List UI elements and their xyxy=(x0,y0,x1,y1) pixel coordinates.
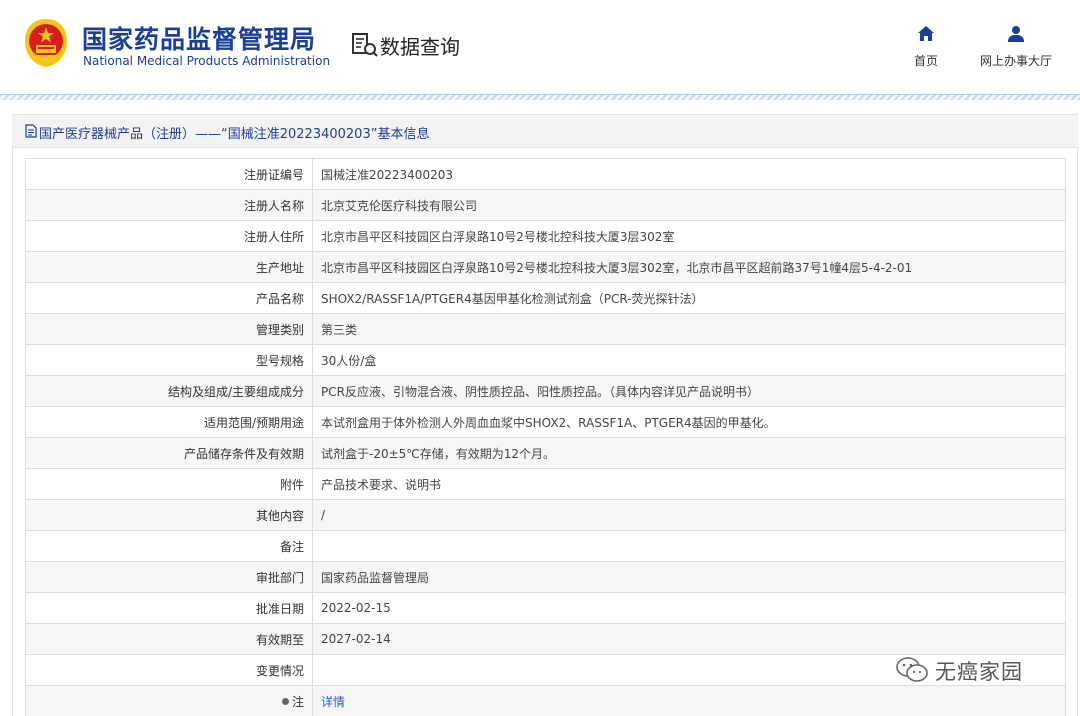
field-label: 有效期至 xyxy=(25,623,313,655)
wechat-icon xyxy=(896,657,928,682)
home-icon xyxy=(918,26,934,41)
watermark-text: 无癌家园 xyxy=(935,660,1023,684)
detail-panel: 注册证编号 国械注准20223400203 注册人名称 北京艾克伦医疗科技有限公司 … xyxy=(12,148,1078,716)
field-value: 本试剂盒用于体外检测人外周血血浆中SHOX2、RASSF1A、PTGER4基因的… xyxy=(312,406,1066,438)
nav-online-service-hall-label: 网上办事大厅 xyxy=(979,54,1052,68)
table-row: 产品名称 SHOX2/RASSF1A/PTGER4基因甲基化检测试剂盒（PCR-荧… xyxy=(25,282,1066,314)
user-icon xyxy=(1008,26,1024,42)
data-query-icon xyxy=(352,33,378,57)
table-row: 注册证编号 国械注准20223400203 xyxy=(25,158,1066,190)
field-value xyxy=(312,530,1066,562)
data-query-title: 数据查询 xyxy=(380,35,460,59)
table-row: 备注 xyxy=(25,530,1066,562)
field-label: 型号规格 xyxy=(25,344,313,376)
field-value: 2022-02-15 xyxy=(312,592,1066,624)
field-value: 北京艾克伦医疗科技有限公司 xyxy=(312,189,1066,221)
table-row: 附件 产品技术要求、说明书 xyxy=(25,468,1066,500)
table-row: 审批部门 国家药品监督管理局 xyxy=(25,561,1066,593)
org-name-en: National Medical Products Administration xyxy=(83,54,331,68)
field-label: 备注 xyxy=(25,530,313,562)
product-info-table: 注册证编号 国械注准20223400203 注册人名称 北京艾克伦医疗科技有限公司 … xyxy=(25,158,1066,716)
pin-icon xyxy=(281,697,289,705)
field-label: 产品名称 xyxy=(25,282,313,314)
field-label: 变更情况 xyxy=(25,654,313,686)
document-icon xyxy=(25,124,37,138)
national-emblem-icon xyxy=(25,19,67,67)
table-row: 批准日期 2022-02-15 xyxy=(25,592,1066,624)
field-value: 第三类 xyxy=(312,313,1066,345)
field-label: 结构及组成/主要组成成分 xyxy=(25,375,313,407)
field-label: 管理类别 xyxy=(25,313,313,345)
field-label: 适用范围/预期用途 xyxy=(25,406,313,438)
field-label: 批准日期 xyxy=(25,592,313,624)
table-row: 生产地址 北京市昌平区科技园区白浮泉路10号2号楼北控科技大厦3层302室，北京市… xyxy=(25,251,1066,283)
table-row: 型号规格 30人份/盒 xyxy=(25,344,1066,376)
field-value: SHOX2/RASSF1A/PTGER4基因甲基化检测试剂盒（PCR-荧光探针法… xyxy=(312,282,1066,314)
field-label: 产品储存条件及有效期 xyxy=(25,437,313,469)
nav-home[interactable]: 首页 xyxy=(906,24,946,69)
nav-online-service-hall[interactable]: 网上办事大厅 xyxy=(972,24,1060,69)
table-row: 结构及组成/主要组成成分 PCR反应液、引物混合液、阴性质控品、阳性质控品。（具体… xyxy=(25,375,1066,407)
nav-home-label: 首页 xyxy=(913,54,938,68)
field-value: 北京市昌平区科技园区白浮泉路10号2号楼北控科技大厦3层302室，北京市昌平区超… xyxy=(312,251,1066,283)
field-label: 注册证编号 xyxy=(25,158,313,190)
breadcrumb-text: 国产医疗器械产品（注册）——“国械注准20223400203”基本信息 xyxy=(39,127,430,142)
org-name-cn: 国家药品监督管理局 xyxy=(82,25,317,54)
table-row: 管理类别 第三类 xyxy=(25,313,1066,345)
field-value: 国械注准20223400203 xyxy=(312,158,1066,190)
field-value: 国家药品监督管理局 xyxy=(312,561,1066,593)
site-header: 国家药品监督管理局 National Medical Products Admi… xyxy=(0,0,1080,94)
breadcrumb: 国产医疗器械产品（注册）——“国械注准20223400203”基本信息 xyxy=(12,114,1078,148)
table-row: 注册人住所 北京市昌平区科技园区白浮泉路10号2号楼北控科技大厦3层302室 xyxy=(25,220,1066,252)
field-value: 北京市昌平区科技园区白浮泉路10号2号楼北控科技大厦3层302室 xyxy=(312,220,1066,252)
field-label: 生产地址 xyxy=(25,251,313,283)
field-value: 产品技术要求、说明书 xyxy=(312,468,1066,500)
table-row: 注册人名称 北京艾克伦医疗科技有限公司 xyxy=(25,189,1066,221)
field-label: 注册人名称 xyxy=(25,189,313,221)
note-label: 注 xyxy=(291,694,304,709)
table-row: 有效期至 2027-02-14 xyxy=(25,623,1066,655)
field-label: 其他内容 xyxy=(25,499,313,531)
table-row: 产品储存条件及有效期 试剂盒于-20±5℃存储，有效期为12个月。 xyxy=(25,437,1066,469)
field-value: 2027-02-14 xyxy=(312,623,1066,655)
field-value: PCR反应液、引物混合液、阴性质控品、阳性质控品。（具体内容详见产品说明书） xyxy=(312,375,1066,407)
table-row-note: 注 详情 xyxy=(25,685,1066,716)
field-value: / xyxy=(312,499,1066,531)
header-divider xyxy=(0,94,1080,100)
table-row: 其他内容 / xyxy=(25,499,1066,531)
details-link[interactable]: 详情 xyxy=(321,695,345,709)
note-label-cell: 注 xyxy=(25,685,313,716)
field-value: 30人份/盒 xyxy=(312,344,1066,376)
field-label: 注册人住所 xyxy=(25,220,313,252)
note-value-cell: 详情 xyxy=(312,685,1066,716)
field-label: 附件 xyxy=(25,468,313,500)
field-label: 审批部门 xyxy=(25,561,313,593)
field-value: 试剂盒于-20±5℃存储，有效期为12个月。 xyxy=(312,437,1066,469)
table-row: 适用范围/预期用途 本试剂盒用于体外检测人外周血血浆中SHOX2、RASSF1A、… xyxy=(25,406,1066,438)
